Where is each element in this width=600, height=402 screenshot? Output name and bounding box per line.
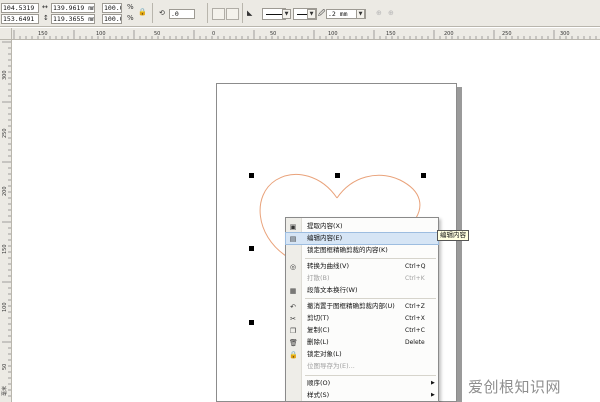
wrap-icon: ▦ xyxy=(289,287,297,295)
menu-item-lock-object[interactable]: 🔒 锁定对象(L) xyxy=(286,349,438,360)
menu-item-label: 编辑内容(E) xyxy=(307,234,343,242)
menu-item-shortcut: Ctrl+C xyxy=(405,327,425,334)
menu-item-break-apart[interactable]: 打散(B) Ctrl+K xyxy=(286,273,438,284)
copy-icon: ❐ xyxy=(289,327,297,335)
selection-handle-top-right[interactable] xyxy=(421,173,426,178)
menu-item-label: 撤消置于图框精确剪裁内部(U) xyxy=(307,302,395,310)
menu-item-shortcut: Delete xyxy=(405,339,425,346)
tooltip: 编辑内容 xyxy=(437,230,469,241)
menu-item-label: 锁定图框精确剪裁的内容(K) xyxy=(307,246,388,254)
selection-handle-middle-left[interactable] xyxy=(249,246,254,251)
menu-item-label: 段落文本换行(W) xyxy=(307,286,358,294)
menu-separator xyxy=(305,298,436,299)
submenu-arrow-icon: ▶ xyxy=(431,380,435,386)
selection-handle-top-center[interactable] xyxy=(335,173,340,178)
submenu-arrow-icon: ▶ xyxy=(431,392,435,398)
lock-icon: 🔒 xyxy=(289,351,298,359)
menu-item-shortcut: Ctrl+Q xyxy=(405,263,426,270)
menu-item-label: 剪切(T) xyxy=(307,314,330,322)
menu-item-label: 提取内容(X) xyxy=(307,222,343,230)
edit-contents-icon: ▤ xyxy=(289,235,297,243)
selection-handle-bottom-left[interactable] xyxy=(249,320,254,325)
extract-icon: ▣ xyxy=(289,223,297,231)
menu-separator xyxy=(305,375,436,376)
menu-item-lock-powerclip-contents[interactable]: 锁定图框精确剪裁的内容(K) xyxy=(286,245,438,256)
menu-item-copy[interactable]: ❐ 复制(C) Ctrl+C xyxy=(286,325,438,336)
trash-icon: 🗑 xyxy=(289,339,298,347)
menu-item-delete[interactable]: 🗑 删除(L) Delete xyxy=(286,337,438,348)
menu-item-label: 顺序(O) xyxy=(307,379,331,387)
menu-item-label: 复制(C) xyxy=(307,326,330,334)
menu-item-label: 样式(S) xyxy=(307,391,330,399)
menu-item-label: 锁定对象(L) xyxy=(307,350,342,358)
menu-separator xyxy=(305,258,436,259)
menu-item-styles[interactable]: 样式(S) ▶ xyxy=(286,390,438,401)
context-menu: ▣ 提取内容(X) ▤ 编辑内容(E) 锁定图框精确剪裁的内容(K) ◎ 转换为… xyxy=(285,217,439,402)
menu-item-label: 转换为曲线(V) xyxy=(307,262,350,270)
menu-item-label: 删除(L) xyxy=(307,338,329,346)
menu-item-undo-powerclip[interactable]: ↶ 撤消置于图框精确剪裁内部(U) Ctrl+Z xyxy=(286,301,438,312)
menu-item-convert-to-curves[interactable]: ◎ 转换为曲线(V) Ctrl+Q xyxy=(286,261,438,272)
menu-item-save-bitmap-as[interactable]: 位图导存为(E)... xyxy=(286,361,438,372)
menu-item-wrap-paragraph-text[interactable]: ▦ 段落文本换行(W) xyxy=(286,285,438,296)
menu-item-label: 位图导存为(E)... xyxy=(307,362,355,370)
menu-item-cut[interactable]: ✂ 剪切(T) Ctrl+X xyxy=(286,313,438,324)
menu-item-shortcut: Ctrl+K xyxy=(405,275,425,282)
scissors-icon: ✂ xyxy=(290,315,296,323)
undo-icon: ↶ xyxy=(290,303,296,311)
convert-icon: ◎ xyxy=(289,263,297,271)
menu-item-order[interactable]: 顺序(O) ▶ xyxy=(286,378,438,389)
menu-item-label: 打散(B) xyxy=(307,274,330,282)
watermark: 爱创根知识网 xyxy=(468,378,562,396)
selection-handle-top-left[interactable] xyxy=(249,173,254,178)
menu-item-shortcut: Ctrl+Z xyxy=(405,303,425,310)
menu-item-edit-contents[interactable]: ▤ 编辑内容(E) xyxy=(285,232,439,245)
menu-item-shortcut: Ctrl+X xyxy=(405,315,425,322)
menu-item-extract-contents[interactable]: ▣ 提取内容(X) xyxy=(286,221,438,232)
